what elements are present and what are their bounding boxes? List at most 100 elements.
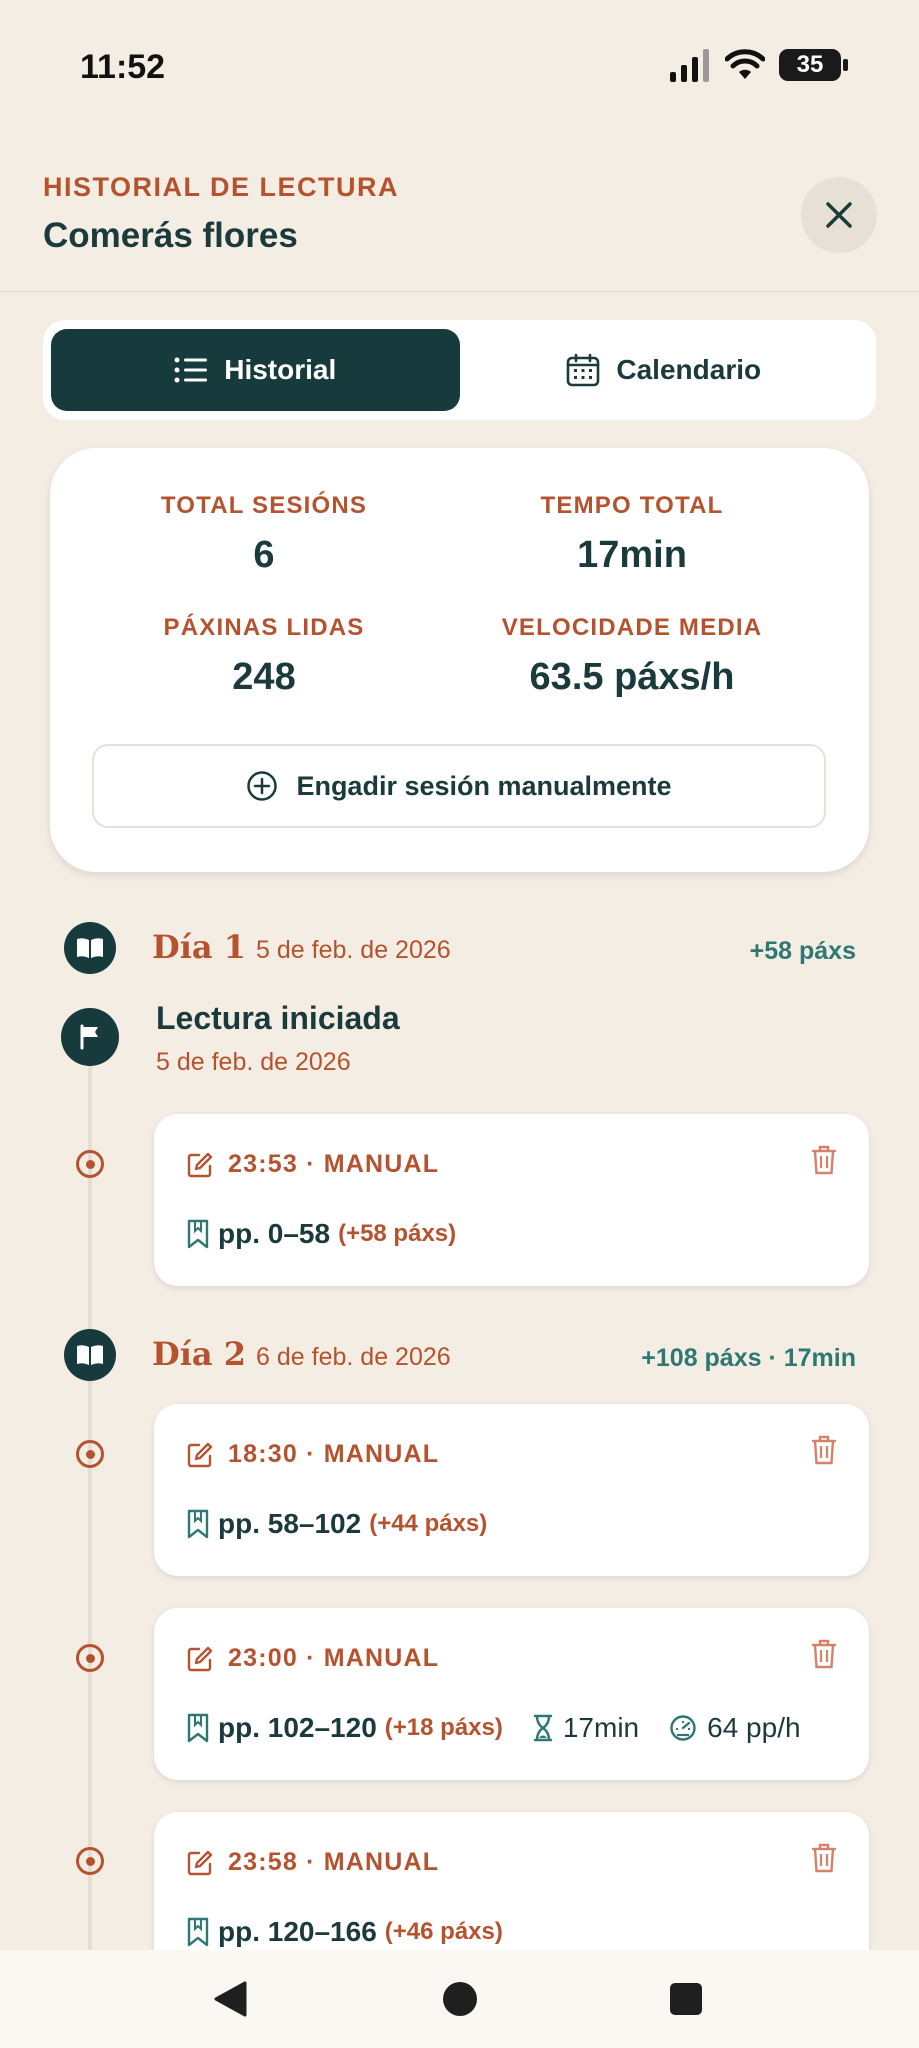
plus-circle-icon [247, 771, 278, 801]
day-date: 5 de feb. de 2026 [256, 936, 451, 964]
day-summary: +58 páxs [749, 937, 856, 965]
session-dot [76, 1150, 104, 1178]
session-pages: pp. 120–166 [218, 1916, 377, 1947]
add-session-button[interactable]: Engadir sesión manualmente [92, 744, 826, 828]
session-body: pp. 58–102 (+44 páxs) [186, 1508, 487, 1540]
stat-pages-read: PÁXINAS LIDAS 248 [74, 614, 454, 699]
book-icon [64, 1329, 116, 1381]
day-summary: +108 páxs · 17min [641, 1344, 856, 1372]
trash-icon [811, 1843, 837, 1873]
back-icon [214, 1981, 247, 2017]
session-dot [76, 1644, 104, 1672]
session-header: 23:00 · MANUAL [186, 1644, 439, 1673]
status-time: 11:52 [80, 48, 166, 86]
header: HISTORIAL DE LECTURA Comerás flores [0, 160, 919, 292]
session-time: 18:30 · MANUAL [228, 1440, 440, 1468]
session-speed: 64 pp/h [669, 1712, 801, 1744]
session-delta: (+18 páxs) [384, 1714, 503, 1741]
tab-historial-label: Historial [224, 354, 337, 385]
battery-icon: 35 [779, 49, 848, 81]
tab-historial[interactable]: Historial [51, 329, 460, 411]
stat-label: TOTAL SESIÓNS [160, 492, 368, 519]
session-header: 18:30 · MANUAL [186, 1440, 439, 1469]
signal-icon [670, 49, 709, 82]
wifi-icon [725, 49, 765, 79]
session-time: 23:53 · MANUAL [228, 1150, 440, 1178]
home-button[interactable] [443, 1982, 477, 2016]
edit-icon [187, 1646, 213, 1671]
close-icon [826, 202, 852, 228]
day-header: Día 2 6 de feb. de 2026 [152, 1335, 451, 1373]
session-delta: (+58 páxs) [338, 1220, 457, 1247]
session-dot [76, 1847, 104, 1875]
stat-label: TEMPO TOTAL [540, 492, 724, 519]
stat-value: 17min [577, 534, 687, 576]
close-button[interactable] [801, 177, 877, 253]
trash-icon [811, 1145, 837, 1175]
session-body: pp. 0–58 (+58 páxs) [186, 1218, 456, 1250]
day-header: Día 1 5 de feb. de 2026 [152, 928, 451, 966]
day-title: Día 1 [152, 928, 247, 966]
session-header: 23:53 · MANUAL [186, 1150, 439, 1179]
reading-started-date: 5 de feb. de 2026 [156, 1048, 351, 1076]
session-speed-value: 64 pp/h [707, 1712, 801, 1743]
session-delta: (+44 páxs) [369, 1510, 488, 1537]
session-card[interactable]: 23:53 · MANUAL pp. 0–58 (+58 páxs) [154, 1114, 869, 1286]
stat-value: 63.5 páxs/h [529, 656, 735, 698]
stat-total-sessions: TOTAL SESIÓNS 6 [74, 492, 454, 577]
stat-label: VELOCIDADE MEDIA [501, 614, 763, 641]
bookmark-icon [187, 1509, 209, 1539]
bookmark-icon [187, 1219, 209, 1249]
tab-calendario-label: Calendario [616, 354, 762, 385]
flag-icon [61, 1008, 119, 1066]
session-pages: pp. 58–102 [218, 1508, 362, 1539]
reading-started-title: Lectura iniciada [156, 1000, 400, 1036]
list-icon [174, 357, 208, 383]
edit-icon [187, 1442, 213, 1467]
stats-card: TOTAL SESIÓNS 6 TEMPO TOTAL 17min PÁXINA… [50, 448, 869, 872]
session-time: 23:00 · MANUAL [228, 1644, 440, 1672]
stat-label: PÁXINAS LIDAS [163, 614, 365, 641]
bookmark-icon [187, 1917, 209, 1947]
book-icon [64, 922, 116, 974]
status-bar: 11:52 35 [0, 0, 919, 120]
session-duration: 17min [533, 1712, 639, 1744]
delete-button[interactable] [811, 1638, 837, 1675]
bookmark-icon [187, 1713, 209, 1743]
session-body: pp. 102–120 (+18 páxs) 17min 64 pp/h [186, 1712, 801, 1744]
edit-icon [187, 1152, 213, 1177]
session-duration-value: 17min [562, 1712, 640, 1743]
session-card[interactable]: 18:30 · MANUAL pp. 58–102 (+44 páxs) [154, 1404, 869, 1576]
header-kicker: HISTORIAL DE LECTURA [43, 172, 400, 202]
view-tabs: Historial Calendario [43, 320, 876, 420]
delete-button[interactable] [811, 1434, 837, 1471]
session-pages: pp. 102–120 [218, 1712, 377, 1743]
battery-level: 35 [796, 51, 824, 78]
speedometer-icon [670, 1715, 696, 1741]
delete-button[interactable] [811, 1144, 837, 1181]
session-pages: pp. 0–58 [218, 1218, 331, 1249]
day-title: Día 2 [152, 1335, 247, 1373]
hourglass-icon [533, 1714, 553, 1742]
edit-icon [187, 1850, 213, 1875]
session-card[interactable]: 23:00 · MANUAL pp. 102–120 (+18 páxs) 17… [154, 1608, 869, 1780]
stat-avg-speed: VELOCIDADE MEDIA 63.5 páxs/h [442, 614, 822, 699]
add-session-label: Engadir sesión manualmente [296, 770, 672, 801]
session-time: 23:58 · MANUAL [228, 1848, 440, 1876]
session-header: 23:58 · MANUAL [186, 1848, 439, 1877]
session-delta: (+46 páxs) [384, 1918, 503, 1945]
status-icons: 35 [669, 48, 848, 82]
system-nav-bar [0, 1950, 919, 2048]
trash-icon [811, 1639, 837, 1669]
delete-button[interactable] [811, 1842, 837, 1879]
recents-button[interactable] [670, 1983, 702, 2015]
session-dot [76, 1440, 104, 1468]
stat-value: 248 [232, 656, 296, 698]
back-button[interactable] [212, 1980, 248, 2023]
book-title: Comerás flores [43, 216, 298, 255]
tab-calendario[interactable]: Calendario [460, 329, 869, 411]
calendar-icon [567, 353, 600, 387]
stat-total-time: TEMPO TOTAL 17min [442, 492, 822, 577]
stat-value: 6 [253, 534, 275, 576]
trash-icon [811, 1435, 837, 1465]
